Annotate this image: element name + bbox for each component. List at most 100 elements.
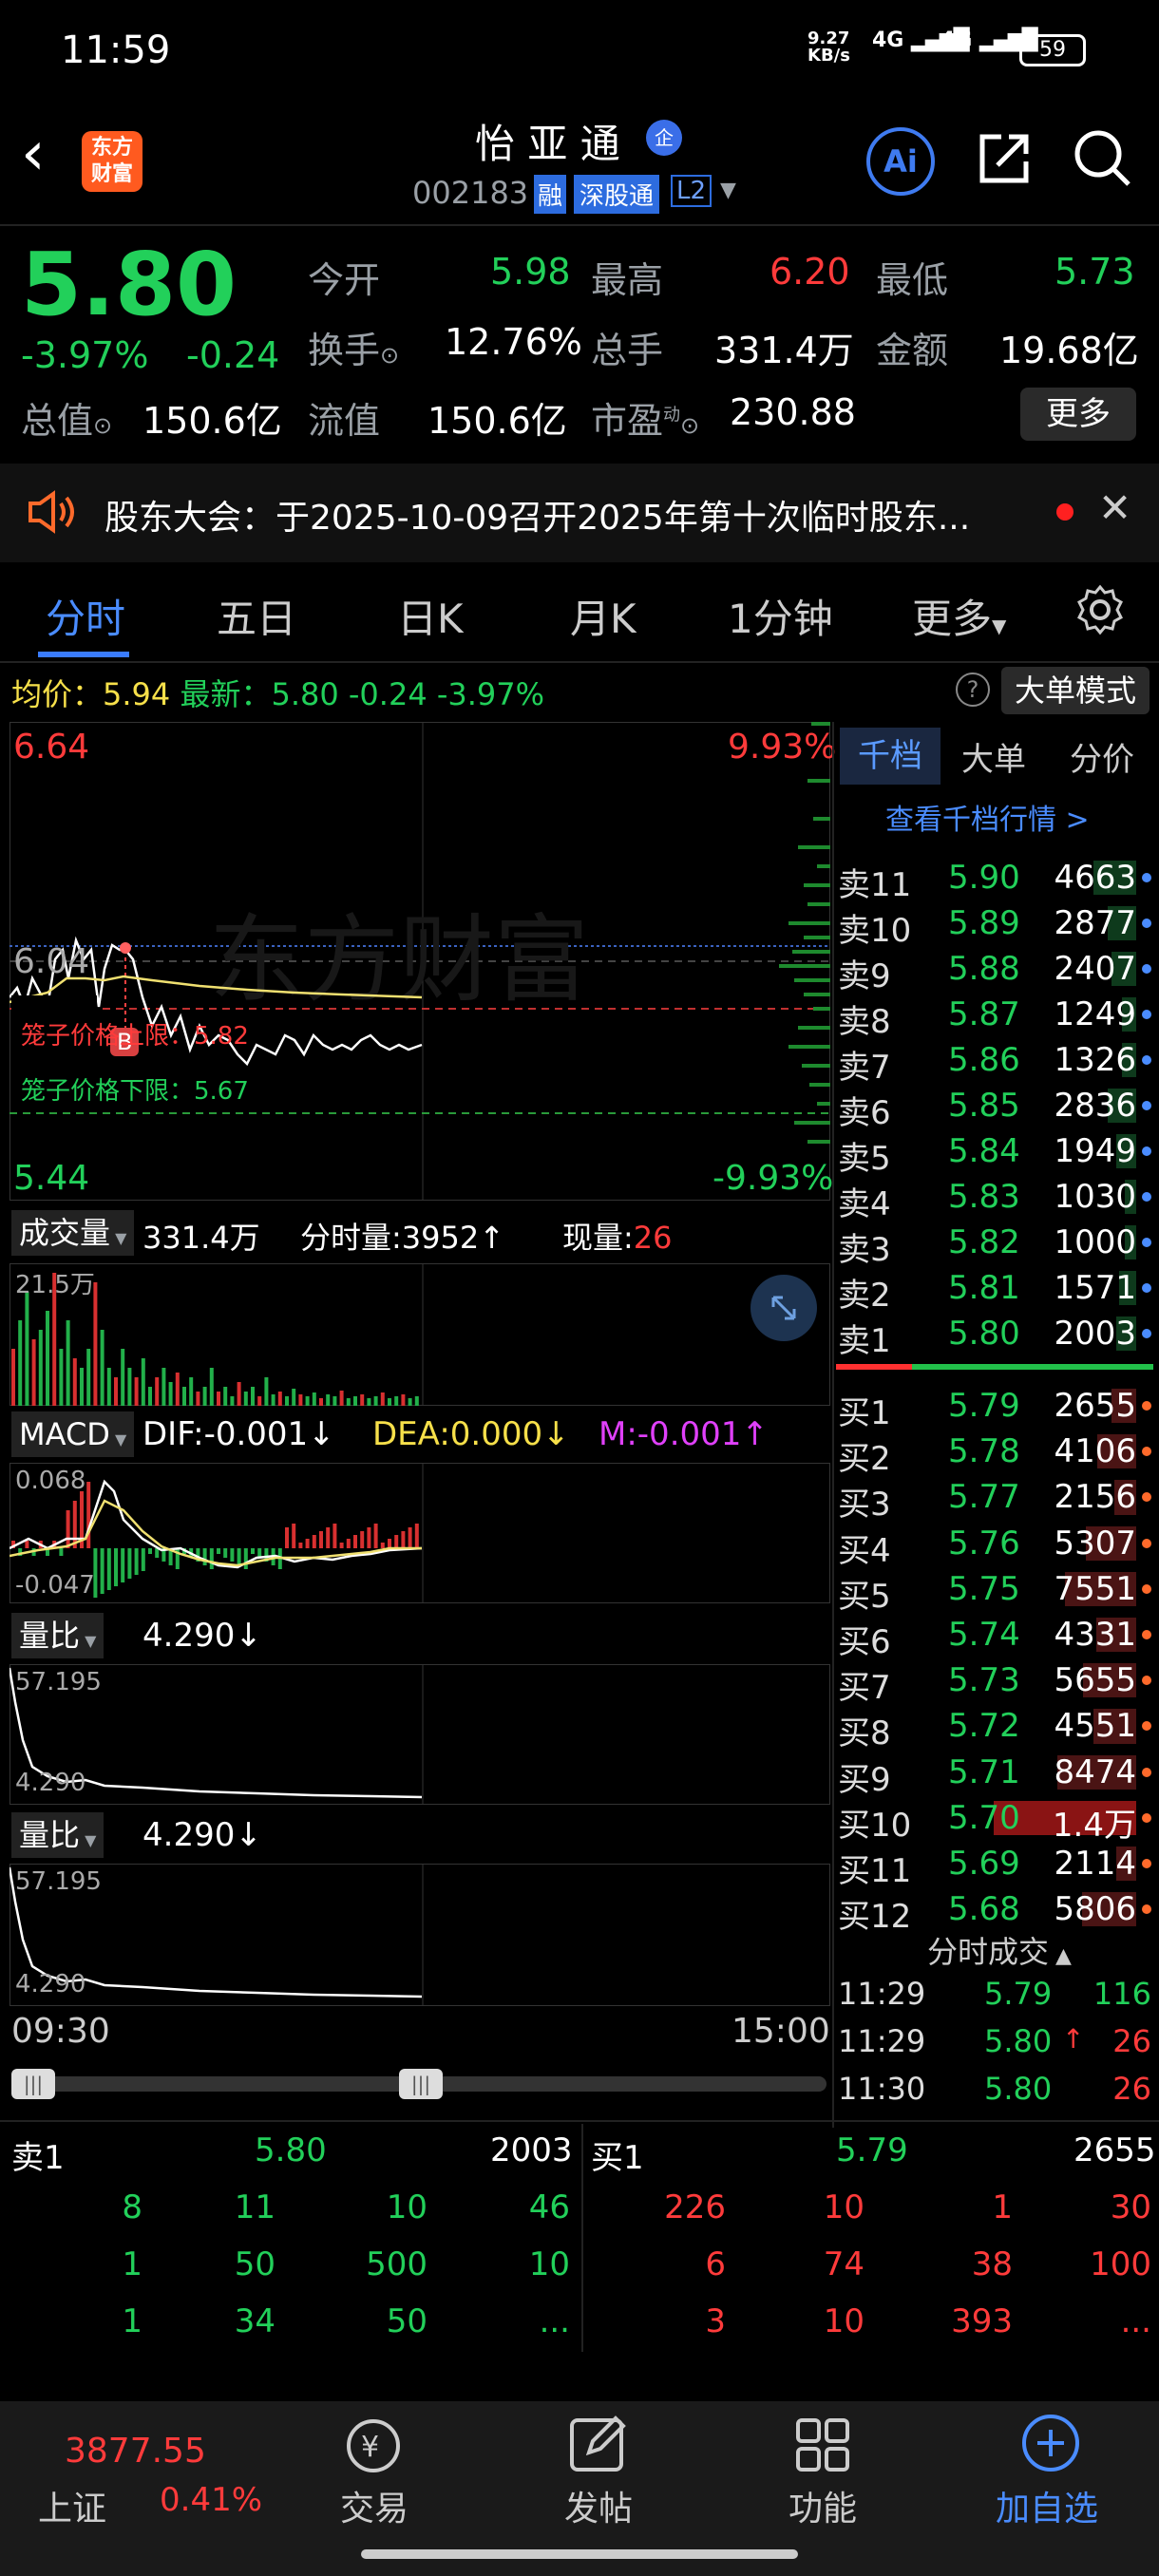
volume-indicator-select[interactable]: 成交量 ▼ [11,1210,135,1256]
level-label: 卖5 [838,1140,891,1178]
ask-row[interactable]: 卖8 5.87 1249 [836,992,1153,1041]
bid-row[interactable]: 买10 5.70 1.4万 [836,1795,1153,1845]
svg-text:东方财富: 东方财富 [209,904,589,1015]
tab-one-minute[interactable]: 1分钟 [728,587,833,645]
more-button[interactable]: 更多 [1020,388,1136,441]
help-icon[interactable]: ? [956,672,990,707]
bid-row[interactable]: 买4 5.76 5307 [836,1521,1153,1570]
tab-monthly-k[interactable]: 月K [570,587,636,645]
expand-icon[interactable] [750,1275,817,1341]
ask-row[interactable]: 卖7 5.86 1326 [836,1037,1153,1087]
ask-row[interactable]: 卖9 5.88 2407 [836,946,1153,995]
bid-row[interactable]: 买9 5.71 8474 [836,1750,1153,1799]
tab-daily-k[interactable]: 日K [397,587,464,645]
nav-trade[interactable]: 交易 [340,2481,408,2530]
macd-bar [106,1548,111,1590]
notice-text[interactable]: 股东大会：于2025-10-09召开2025年第十次临时股东... [104,490,1036,540]
price-chart[interactable]: 东方财富 B [10,722,830,1201]
bid-row[interactable]: 买12 5.68 5806 [836,1886,1153,1936]
settings-icon[interactable] [1074,583,1127,640]
level-dot [1142,873,1151,882]
view-full-book-link[interactable]: 查看千档行情 > [885,796,1090,838]
search-icon[interactable] [1072,127,1132,192]
big-order-mode-button[interactable]: 大单模式 [1001,667,1150,714]
bid-row[interactable]: 买3 5.77 2156 [836,1474,1153,1524]
index-value[interactable]: 3877.55 [65,2432,206,2471]
share-icon[interactable] [975,127,1036,192]
bid-row[interactable]: 买2 5.78 4106 [836,1429,1153,1478]
level-price: 5.71 [948,1752,1020,1791]
ask-row[interactable]: 卖10 5.89 2877 [836,900,1153,950]
level-label: 卖2 [838,1277,891,1315]
chevron-down-icon[interactable]: ▼ [720,179,736,202]
nav-add-watchlist[interactable]: 加自选 [996,2481,1098,2530]
macd-bar [285,1527,289,1548]
low-label: 最低 [876,259,949,301]
ratio2-axis-bottom: 4.290 [15,1970,86,1998]
nav-function[interactable]: 功能 [788,2481,857,2530]
trades-title[interactable]: 分时成交 ▲ [927,1928,1072,1972]
range-handle-right[interactable]: ||| [399,2069,443,2099]
trade-icon[interactable]: ¥ [342,2416,405,2479]
bid-row[interactable]: 买7 5.73 5655 [836,1657,1153,1707]
ask-row[interactable]: 卖5 5.84 1949 [836,1128,1153,1178]
volume-bar [277,1392,282,1406]
macd-bar [134,1548,139,1575]
range-handle-left[interactable]: ||| [11,2069,55,2099]
level-dot [1142,1101,1151,1110]
macd-axis-top: 0.068 [15,1467,86,1495]
ask-row[interactable]: 卖11 5.90 4663 [836,855,1153,904]
ai-icon[interactable]: Ai [866,127,935,196]
volume-bar [388,1398,391,1406]
ask-row[interactable]: 卖4 5.83 1030 [836,1174,1153,1223]
back-icon[interactable]: ‹ [21,123,46,184]
ask-row[interactable]: 卖2 5.81 1571 [836,1265,1153,1315]
volume-value: 331.4万 [714,330,854,371]
level-dot [1142,1812,1151,1823]
ask-row[interactable]: 卖6 5.85 2836 [836,1083,1153,1132]
macd-bar [237,1548,241,1565]
volume-bar [155,1377,160,1406]
tab-thousand-level[interactable]: 千档 [840,728,940,785]
tab-more[interactable]: 更多▼ [912,587,1006,645]
low-value: 5.73 [1054,251,1135,293]
tab-intraday[interactable]: 分时 [46,587,125,645]
battery-icon: 59 [1019,34,1086,66]
level-price: 5.77 [948,1478,1020,1517]
level-volume: 1030 [1054,1178,1136,1216]
ratio1-axis-bottom: 4.290 [15,1769,86,1797]
macd-bar [100,1548,104,1594]
bid-row[interactable]: 买11 5.69 2114 [836,1841,1153,1890]
bid-row[interactable]: 买5 5.75 7551 [836,1566,1153,1616]
ratio1-indicator-select[interactable]: 量比 ▼ [11,1613,104,1658]
trade-price: 5.79 [984,1976,1053,2012]
macd-bar [305,1539,310,1548]
ratio2-indicator-select[interactable]: 量比 ▼ [11,1812,104,1858]
macd-bar [127,1548,132,1579]
tab-five-day[interactable]: 五日 [217,587,296,645]
level-volume: 1571 [1054,1269,1136,1307]
nav-post[interactable]: 发帖 [564,2481,633,2530]
tab-price-distribution[interactable]: 分价 [1070,733,1134,780]
level-price: 5.82 [948,1223,1020,1261]
index-percent[interactable]: 0.41% [160,2481,262,2519]
index-name[interactable]: 上证 [38,2481,106,2530]
function-icon[interactable] [794,2416,851,2477]
tag-shenzhen-connect: 深股通 [574,175,660,214]
buy-queue-cell: 1 [992,2188,1013,2226]
macd-indicator-select[interactable]: MACD ▼ [11,1411,135,1457]
close-icon[interactable]: ✕ [1098,484,1131,531]
ask-row[interactable]: 卖1 5.80 2003 [836,1311,1153,1360]
tab-big-orders[interactable]: 大单 [961,733,1026,780]
bid-row[interactable]: 买6 5.74 4331 [836,1612,1153,1661]
macd-axis-bottom: -0.047 [15,1571,95,1600]
volume-bar [72,1358,77,1406]
post-icon[interactable] [568,2415,629,2477]
add-watchlist-icon[interactable] [1020,2413,1081,2477]
bid-row[interactable]: 买8 5.72 4551 [836,1703,1153,1752]
bid-row[interactable]: 买1 5.79 2655 [836,1383,1153,1432]
level-label: 买11 [838,1852,912,1890]
volume-chart [10,1263,830,1406]
ask-row[interactable]: 卖3 5.82 1000 [836,1220,1153,1269]
level-dot [1142,1721,1151,1732]
